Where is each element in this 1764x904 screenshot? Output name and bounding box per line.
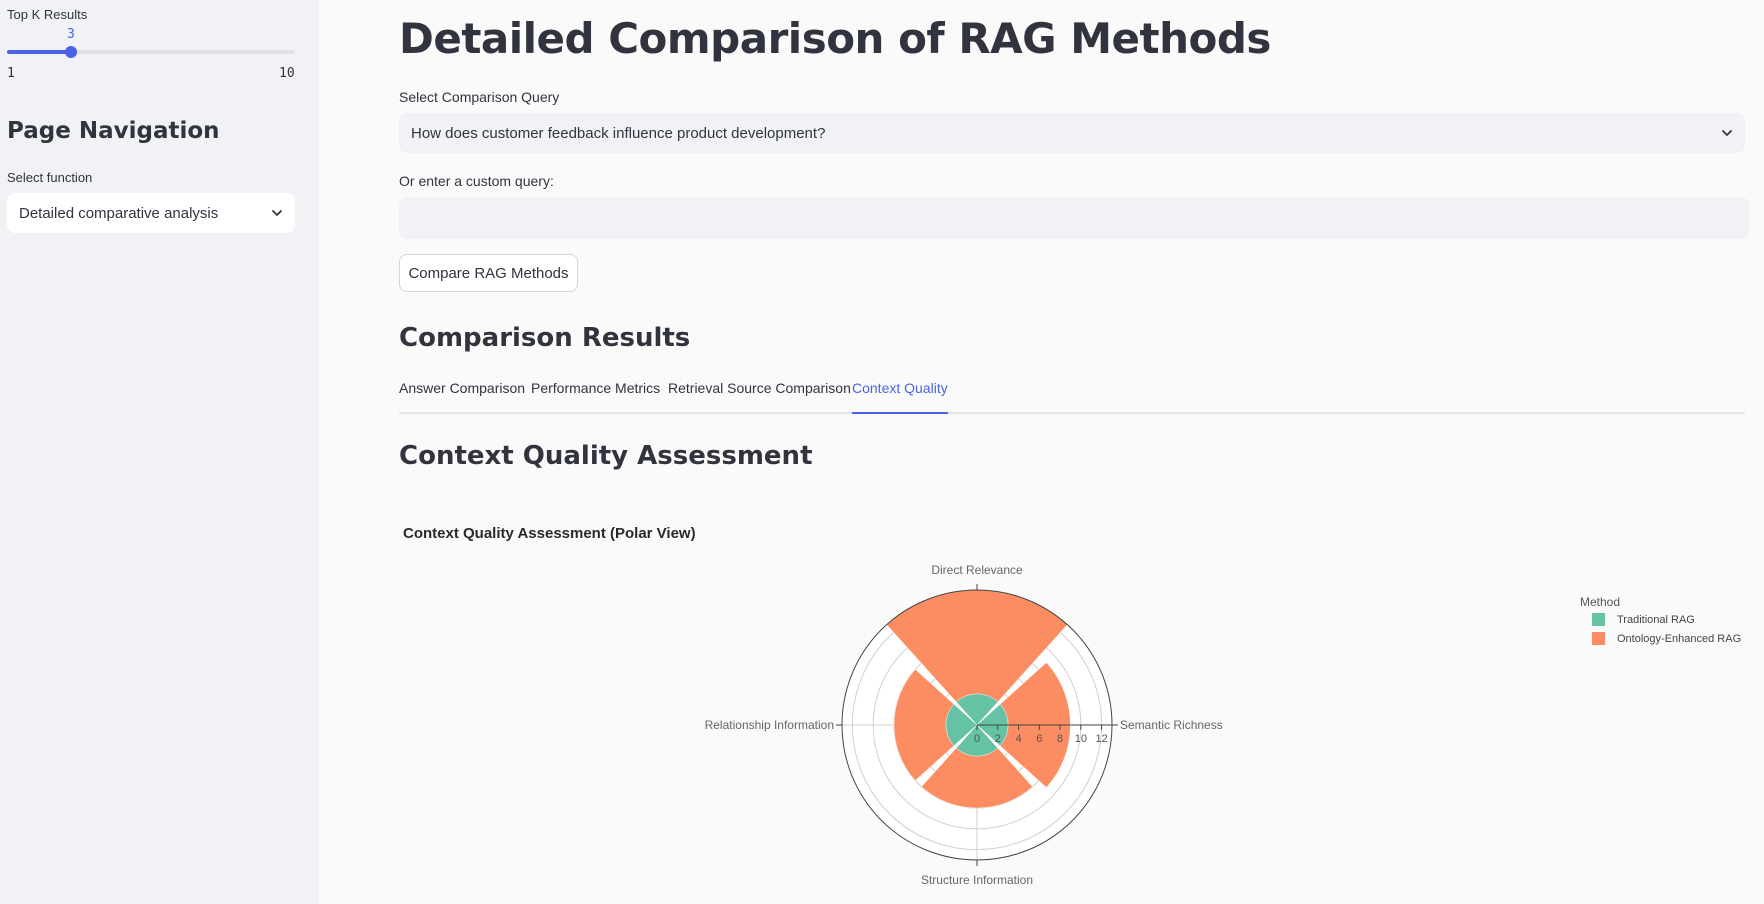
legend-label: Ontology-Enhanced RAG xyxy=(1617,632,1742,645)
sidebar: Top K Results 3 1 10 Page Navigation Sel… xyxy=(0,0,319,904)
slider-fill xyxy=(7,50,71,54)
radial-tick-label: 0 xyxy=(974,733,980,745)
top-k-slider[interactable] xyxy=(7,46,295,58)
legend-swatch xyxy=(1592,613,1605,626)
category-label: Relationship Information xyxy=(705,718,834,732)
slider-max: 10 xyxy=(279,66,295,81)
chevron-down-icon xyxy=(272,210,282,216)
legend-swatch xyxy=(1592,632,1605,645)
legend-item-ontology[interactable]: Ontology-Enhanced RAG xyxy=(1592,632,1741,645)
polar-chart: 0 2 4 6 8 10 12 Direct Relevance Semantic Richne… xyxy=(705,563,1223,887)
category-label: Structure Information xyxy=(921,873,1033,887)
radial-tick-label: 6 xyxy=(1036,733,1042,745)
category-label: Semantic Richness xyxy=(1120,718,1223,732)
radial-tick-label: 4 xyxy=(1015,733,1021,745)
function-select-value: Detailed comparative analysis xyxy=(19,204,219,222)
slider-thumb[interactable] xyxy=(65,46,77,58)
main-content: Detailed Comparison of RAG Methods Selec… xyxy=(319,0,1764,904)
radial-tick-label: 8 xyxy=(1057,733,1063,745)
select-function-label: Select function xyxy=(7,170,93,185)
legend-label: Traditional RAG xyxy=(1617,613,1695,626)
top-k-label: Top K Results xyxy=(7,7,88,22)
legend-title: Method xyxy=(1580,595,1621,609)
radial-tick-label: 2 xyxy=(995,733,1001,745)
radial-tick-label: 10 xyxy=(1075,733,1087,745)
legend-item-traditional[interactable]: Traditional RAG xyxy=(1592,613,1695,626)
radial-tick-label: 12 xyxy=(1095,733,1107,745)
category-label: Direct Relevance xyxy=(931,563,1023,577)
top-k-value: 3 xyxy=(67,27,75,42)
page-navigation-title: Page Navigation xyxy=(7,118,220,144)
slider-min: 1 xyxy=(7,66,15,81)
function-select[interactable]: Detailed comparative analysis xyxy=(7,193,295,233)
